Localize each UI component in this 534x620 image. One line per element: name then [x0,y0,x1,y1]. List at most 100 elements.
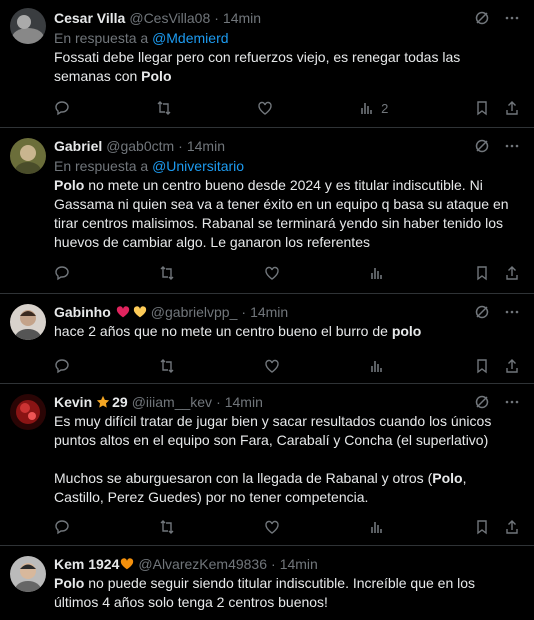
reply-button[interactable] [54,519,70,535]
like-button[interactable] [264,265,280,281]
repost-button[interactable] [159,265,175,281]
analytics-icon [371,361,382,372]
bookmark-icon [477,101,487,116]
separator-dot: · [271,556,276,572]
bookmark-button[interactable] [474,100,490,116]
bookmark-button[interactable] [474,265,490,281]
avatar[interactable] [10,8,46,44]
separator-dot: · [241,304,247,320]
bookmark-button[interactable] [474,519,490,535]
like-button[interactable] [257,100,273,116]
tweet-item[interactable]: Kevin 29 @iiiam__kev · 14min Es muy difí… [0,384,534,546]
analytics-icon [371,268,382,279]
repost-button[interactable] [156,100,172,116]
avatar[interactable] [10,304,46,340]
display-name[interactable]: Kem 1924 [54,556,119,572]
share-button[interactable] [504,265,520,281]
more-icon[interactable] [504,10,520,26]
tweet-item[interactable]: Gabinho @gabrielvpp_ · 14min hace 2 años… [0,294,534,384]
display-name[interactable]: Gabinho [54,304,111,320]
tweet-text: hace 2 años que no mete un centro bueno … [54,323,422,339]
repost-icon [157,101,171,115]
user-handle[interactable]: @iiiam__kev [132,394,212,410]
share-icon [506,359,518,373]
timestamp[interactable]: 14min [250,304,288,320]
user-handle[interactable]: @AlvarezKem49836 [138,556,267,572]
grok-icon[interactable] [474,304,490,320]
more-icon[interactable] [504,304,520,320]
reply-button[interactable] [54,265,70,281]
reply-button[interactable] [54,100,70,116]
avatar[interactable] [10,556,46,592]
grok-icon[interactable] [474,138,490,154]
bookmark-icon [477,359,487,374]
heart-icon [258,101,273,115]
timestamp[interactable]: 14min [225,394,263,410]
timestamp[interactable]: 14min [280,556,318,572]
heart-icon [265,359,279,373]
repost-icon [160,266,174,280]
separator-dot: · [214,10,219,26]
analytics-icon [371,522,382,533]
user-handle[interactable]: @gabrielvpp_ [151,304,238,320]
repost-button[interactable] [159,519,175,535]
reply-icon [55,520,69,535]
views-button[interactable] [369,358,385,374]
tweet-text: Es muy difícil tratar de jugar bien y sa… [54,413,492,505]
share-icon [506,266,518,280]
user-handle[interactable]: @CesVilla08 [129,10,210,26]
views-button[interactable] [369,265,385,281]
views-button[interactable] [369,519,385,535]
display-name[interactable]: Cesar Villa [54,10,125,26]
more-icon[interactable] [504,138,520,154]
share-icon [506,520,518,534]
red-heart-emoji [116,306,129,318]
reply-context: En respuesta a @Universitario [54,158,245,174]
reply-icon [55,359,69,374]
tweet-text: Polo no puede seguir siendo titular indi… [54,575,479,610]
reply-context: En respuesta a @Mdemierd [54,30,229,46]
views-button[interactable]: 2 [359,100,388,116]
star-emoji [97,395,110,408]
grok-icon[interactable] [474,394,490,410]
bookmark-icon [477,266,487,281]
yellow-heart-emoji [133,306,146,318]
display-name[interactable]: Gabriel [54,138,102,154]
reply-icon [55,101,69,116]
analytics-icon [361,103,372,114]
separator-dot: · [178,138,183,154]
reply-to-link[interactable]: @Universitario [152,158,244,174]
tweet-text: Fossati debe llegar pero con refuerzos v… [54,49,465,84]
repost-icon [160,520,174,534]
bookmark-icon [477,520,487,535]
heart-icon [265,520,279,534]
reply-button[interactable] [54,358,70,374]
like-button[interactable] [264,519,280,535]
avatar[interactable] [10,138,46,174]
share-button[interactable] [504,100,520,116]
repost-icon [160,359,174,373]
user-handle[interactable]: @gab0ctm [106,138,174,154]
display-name[interactable]: Kevin [54,394,92,410]
timestamp[interactable]: 14min [187,138,225,154]
heart-icon [265,266,279,280]
reply-to-link[interactable]: @Mdemierd [152,30,228,46]
timestamp[interactable]: 14min [223,10,261,26]
tweet-item[interactable]: Kem 1924 @AlvarezKem49836 · 14min Polo n… [0,546,534,620]
grok-icon[interactable] [474,10,490,26]
tweet-item[interactable]: Cesar Villa @CesVilla08 · 14min En respu… [0,0,534,128]
more-icon[interactable] [504,394,520,410]
like-button[interactable] [264,358,280,374]
avatar[interactable] [10,394,46,430]
tweet-item[interactable]: Gabriel @gab0ctm · 14min En respuesta a … [0,128,534,294]
views-count: 2 [381,100,389,116]
reply-icon [55,266,69,281]
bookmark-button[interactable] [474,358,490,374]
tweet-text: Polo no mete un centro bueno desde 2024 … [54,177,513,250]
repost-button[interactable] [159,358,175,374]
share-button[interactable] [504,358,520,374]
share-icon [506,101,518,115]
share-button[interactable] [504,519,520,535]
orange-heart-emoji [121,558,134,570]
name-badge-number: 29 [112,394,128,410]
